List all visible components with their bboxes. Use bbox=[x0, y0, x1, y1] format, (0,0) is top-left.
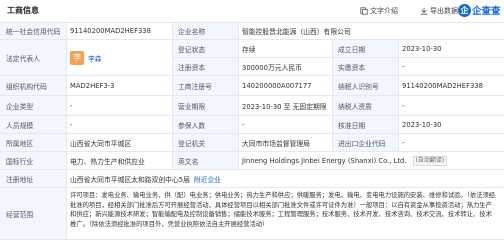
biz-reg-no-value: 140200000A007177 bbox=[242, 81, 312, 90]
export-data-label: 导出数据 bbox=[430, 7, 458, 15]
legal-rep-label: 法定代表人 bbox=[0, 40, 66, 75]
reg-capital-label: 注册资本 bbox=[172, 58, 238, 75]
auto-translate-tag: (自动翻译) bbox=[412, 155, 448, 166]
credit-code-value: 91140200MAD2HEF338 bbox=[66, 23, 176, 39]
insured-label: 参保人数 bbox=[172, 116, 238, 133]
nearby-companies-link[interactable]: 附近企业 bbox=[194, 174, 221, 184]
legal-rep-value[interactable]: 李 李森 bbox=[66, 40, 172, 75]
company-name-value: 智能控股晋北能源（山西）有限公司 bbox=[242, 28, 351, 36]
taxpayer-qual-label: 纳税人资质 bbox=[332, 96, 398, 115]
biz-term-label: 营业期限 bbox=[172, 96, 238, 115]
english-name-value: Jinneng Holdings Jinbei Energy (Shanxi) … bbox=[238, 152, 504, 169]
english-name-label: 英文名 bbox=[172, 152, 238, 169]
export-data-button[interactable]: 导出数据 bbox=[420, 6, 458, 16]
text-intro-button[interactable]: 文字介绍 bbox=[360, 6, 398, 16]
approval-date-label: 核准日期 bbox=[332, 116, 398, 133]
address-label: 注册地址 bbox=[0, 170, 66, 187]
insured-value: - bbox=[242, 120, 245, 129]
approval-date-value: 2023-10-30 bbox=[402, 120, 442, 129]
copy-icon bbox=[360, 7, 368, 15]
staff-size-label: 人员规模 bbox=[0, 116, 66, 133]
brand-logo: 企 企查查 bbox=[458, 1, 504, 19]
biz-term-value: 2023-10-30 至 无固定期限 bbox=[242, 102, 327, 111]
business-info-table: 统一社会信用代码 91140200MAD2HEF338 企业名称 智能控股晋北能… bbox=[0, 22, 504, 240]
founded-value: 2023-10-30 bbox=[402, 44, 442, 53]
scope-label: 经营范围 bbox=[0, 188, 66, 239]
region-value: 山西省大同市平城区 bbox=[70, 139, 132, 148]
reg-status-value: 存续 bbox=[242, 45, 256, 54]
taxpayer-id-value: 91140200MAD2HEF338 bbox=[402, 81, 483, 90]
section-title: 工商信息 bbox=[7, 6, 39, 15]
paid-capital-label: 实缴资本 bbox=[332, 58, 398, 75]
industry-label: 国标行业 bbox=[0, 152, 66, 169]
reg-status-label: 登记状态 bbox=[172, 40, 238, 57]
reg-capital-value: 300000万元人民币 bbox=[242, 63, 302, 72]
address-text: 山西省大同市平城区太和路双创中心5层 bbox=[70, 175, 190, 184]
section-header: 工商信息 文字介绍 导出数据 企 企查查 bbox=[0, 0, 504, 22]
industry-value: 电力、热力生产和供应业 bbox=[70, 157, 145, 166]
staff-size-value: - bbox=[70, 120, 73, 129]
taxpayer-id-label: 纳税人识别号 bbox=[332, 76, 398, 95]
authority-label: 登记机关 bbox=[172, 134, 238, 151]
org-code-value: MAD2HEF3-3 bbox=[70, 81, 115, 90]
credit-code-label: 统一社会信用代码 bbox=[0, 23, 66, 39]
founded-label: 成立日期 bbox=[332, 40, 398, 57]
paid-capital-value: - bbox=[402, 62, 405, 71]
credit-code-text: 91140200MAD2HEF338 bbox=[70, 27, 151, 35]
taxpayer-qual-value: - bbox=[402, 101, 405, 110]
company-name-label: 企业名称 bbox=[172, 23, 238, 39]
legal-rep-avatar: 李 bbox=[70, 50, 84, 65]
brand-logo-badge: 企 bbox=[458, 3, 471, 17]
import-export-label: 进出口企业代码 bbox=[332, 134, 398, 151]
region-label: 所属地区 bbox=[0, 134, 66, 151]
import-export-value: - bbox=[402, 138, 405, 147]
text-intro-label: 文字介绍 bbox=[370, 7, 398, 15]
brand-logo-text: 企查查 bbox=[472, 6, 501, 17]
org-code-label: 组织机构代码 bbox=[0, 76, 66, 95]
company-type-label: 企业类型 bbox=[0, 96, 66, 115]
authority-value: 大同市市场监督管理局 bbox=[242, 139, 310, 148]
biz-reg-no-label: 工商注册号 bbox=[172, 76, 238, 95]
export-icon bbox=[420, 7, 428, 15]
scope-value: 许可项目：发电业务、输电业务、供（配）电业务；供电业务；热力生产和供应；供暖服务… bbox=[70, 192, 496, 228]
legal-rep-name[interactable]: 李森 bbox=[88, 53, 102, 63]
address-value: 山西省大同市平城区太和路双创中心5层 附近企业 bbox=[66, 170, 504, 187]
english-name-text: Jinneng Holdings Jinbei Energy (Shanxi) … bbox=[242, 156, 407, 165]
company-type-value: - bbox=[70, 101, 73, 110]
